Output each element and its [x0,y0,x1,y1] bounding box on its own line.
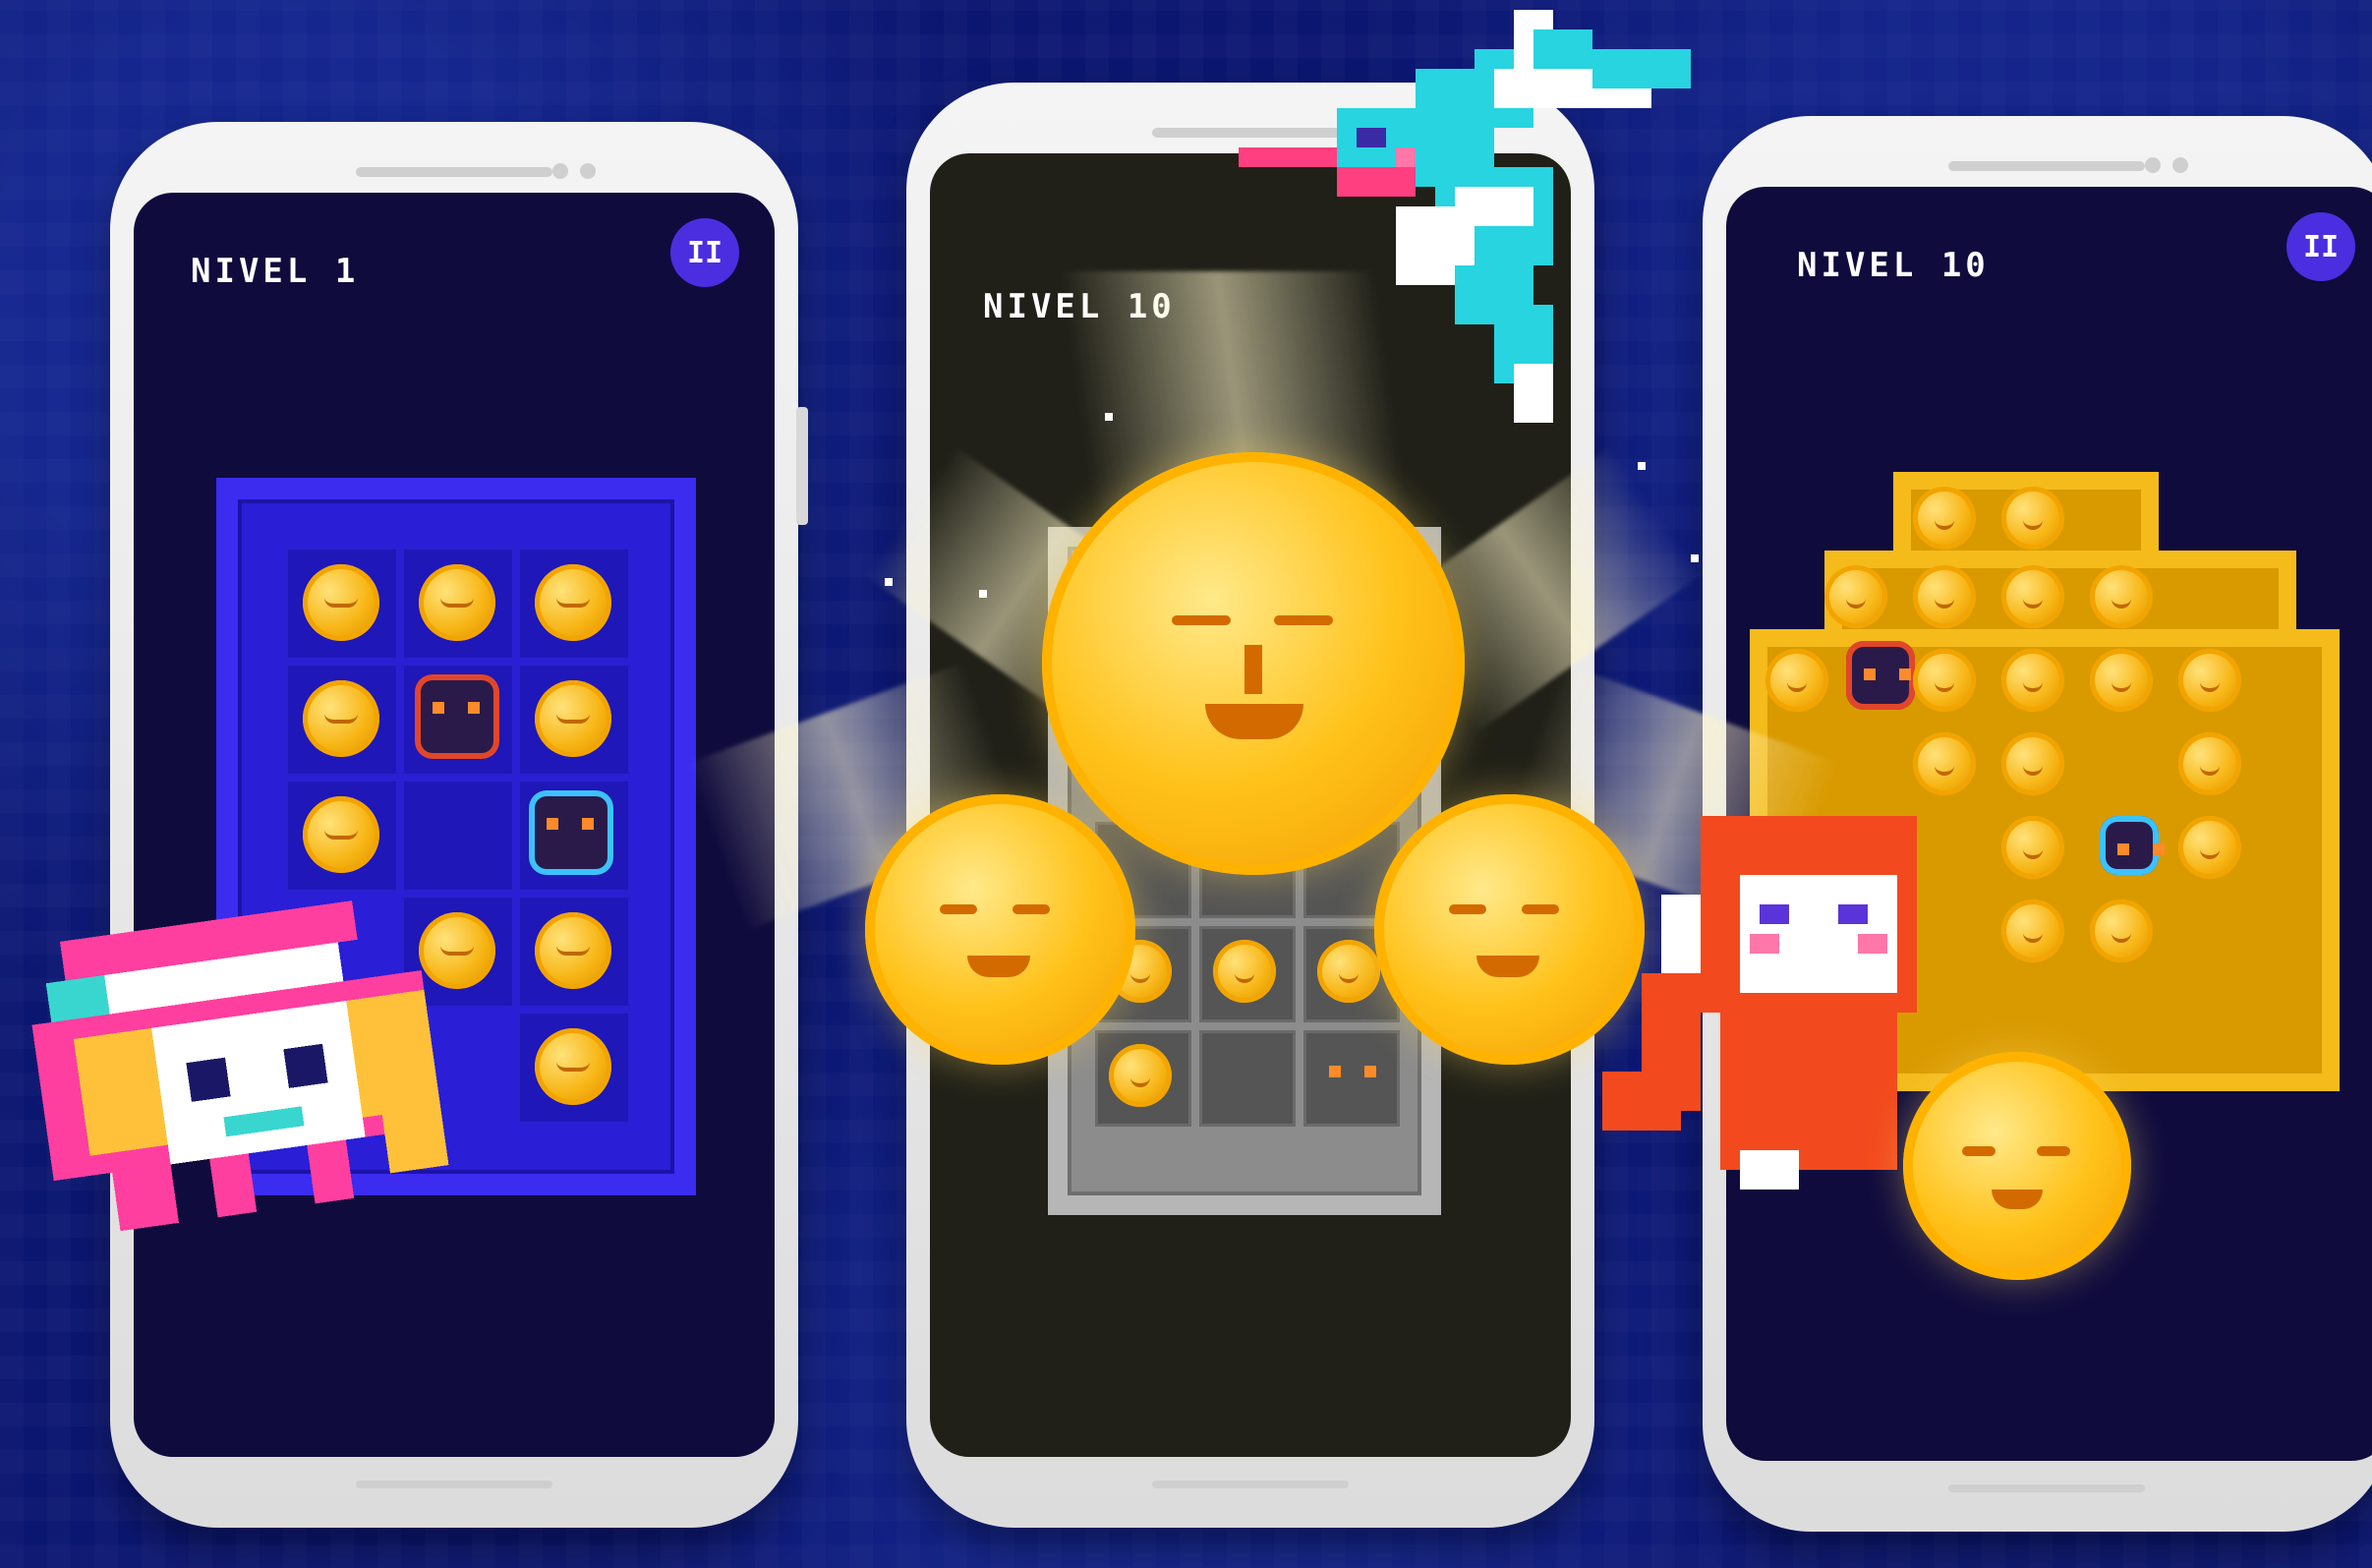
sun-nose [1244,645,1262,694]
camera [552,163,568,179]
sun-mouth [967,956,1030,977]
sun-coin [2178,816,2241,879]
sun-eye [940,904,977,914]
level-label: NIVEL 10 [1797,246,1990,285]
speaker [356,167,552,177]
sparkle [1105,413,1113,421]
sun-coin [535,912,611,989]
jaguar-enemy-icon [1846,641,1915,710]
sun-coin [1913,487,1976,550]
sun-coin [303,564,379,641]
sun-character [865,794,1135,1065]
pause-icon: II [686,235,723,270]
sun-coin [535,564,611,641]
sun-mouth [1476,956,1539,977]
sun-coin [2001,816,2064,879]
sun-coin [2178,649,2241,712]
hummingbird-character-icon [1239,10,1691,423]
sparkle [979,590,987,598]
sun-coin [1913,732,1976,795]
sun-coin [2001,649,2064,712]
sun-coin [2090,649,2153,712]
sun-coin [2001,732,2064,795]
sun-eye [1172,615,1231,625]
sun-character [1903,1052,2131,1280]
sun-coin [2001,900,2064,962]
sun-coin [1317,940,1380,1003]
sun-coin [1109,1044,1172,1107]
level-label: NIVEL 1 [191,252,360,291]
sun-coin [2090,565,2153,628]
sun-coin [1824,565,1887,628]
sun-coin [2001,565,2064,628]
pause-icon: II [2302,229,2340,264]
home-indicator [1948,1484,2145,1492]
sun-coin [1213,940,1276,1003]
speaker [1948,161,2145,171]
sparkle [885,578,893,586]
sun-eye [2037,1146,2070,1156]
jaguar-enemy-icon [415,674,499,759]
sun-coin [419,564,495,641]
big-sun-character [1042,452,1465,875]
player-creature-icon [529,790,613,875]
sparkle [1691,554,1699,562]
game-screen: NIVEL 1 II [134,193,775,1457]
sun-coin [535,1028,611,1105]
sun-coin [1913,565,1976,628]
camera [2172,157,2188,173]
player-creature-icon [2100,816,2159,875]
sun-eye [1012,904,1050,914]
sun-mouth [1992,1190,2043,1209]
sun-eye [1962,1146,1996,1156]
home-indicator [1152,1481,1349,1488]
sun-coin [1765,649,1828,712]
hummingbird-player-icon [1311,1038,1380,1107]
sun-coin [2001,487,2064,550]
pause-button[interactable]: II [2286,212,2355,281]
sun-mouth [1205,704,1303,739]
sun-coin [2178,732,2241,795]
home-indicator [356,1481,552,1488]
lion-mask-character-icon [31,900,449,1232]
pause-button[interactable]: II [670,218,739,287]
phone-left: NIVEL 1 II [110,122,808,1528]
camera [2145,157,2161,173]
board-cell[interactable] [1199,1030,1296,1127]
sun-coin [303,796,379,873]
sun-eye [1522,904,1559,914]
sun-eye [1274,615,1333,625]
sun-coin [1913,649,1976,712]
camera [580,163,596,179]
sun-coin [2090,900,2153,962]
side-button [796,407,808,525]
sun-coin [535,680,611,757]
sun-coin [303,680,379,757]
sun-eye [1449,904,1486,914]
